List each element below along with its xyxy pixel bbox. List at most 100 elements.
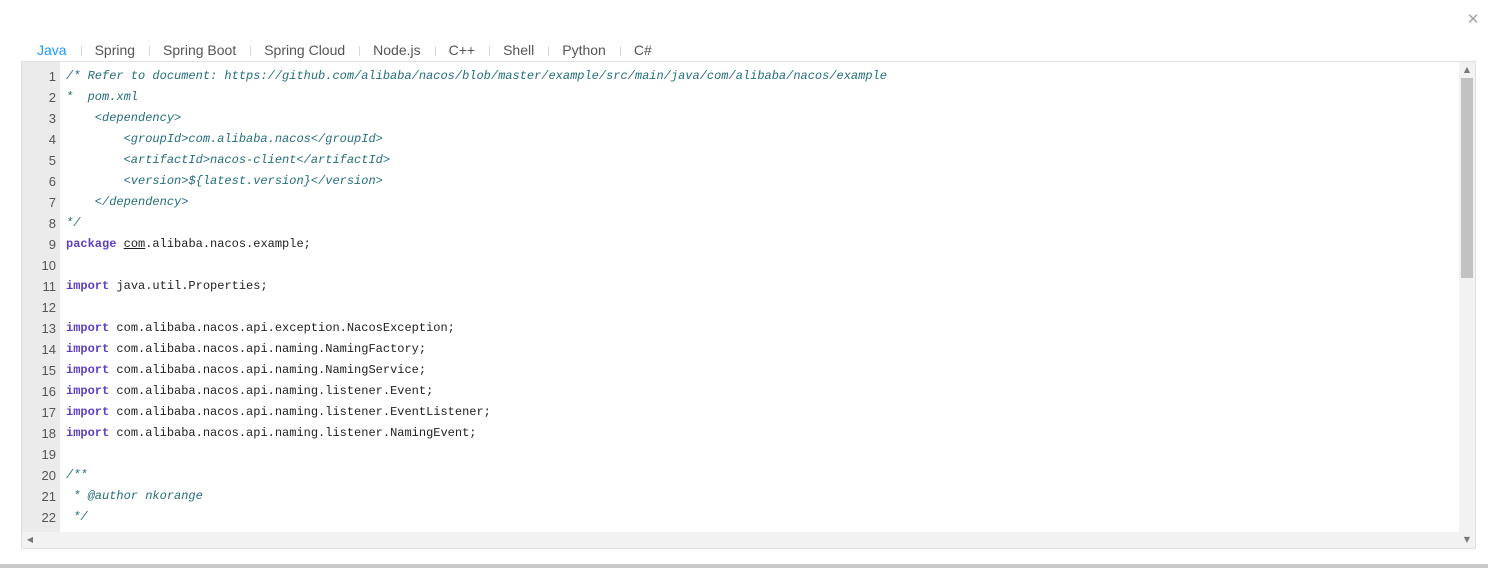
tab-spring[interactable]: Spring: [80, 42, 149, 58]
line-text: <version>${latest.version}</version>: [56, 171, 383, 192]
line-number: 3: [48, 111, 56, 126]
scroll-up-icon[interactable]: ▲: [1459, 62, 1475, 78]
code-line: 6 <version>${latest.version}</version>: [22, 171, 1459, 192]
tab-java[interactable]: Java: [22, 42, 81, 58]
line-number: 22: [41, 510, 56, 525]
line-number: 15: [41, 363, 56, 378]
line-number: 1: [48, 69, 56, 84]
tab-node-js[interactable]: Node.js: [359, 42, 434, 58]
code-token: com.alibaba.nacos.api.naming.NamingServi…: [109, 363, 427, 377]
code-token: import: [66, 426, 110, 440]
code-line: 10: [22, 255, 1459, 276]
line-number: 13: [41, 321, 56, 336]
scroll-left-icon[interactable]: ◀: [22, 532, 38, 548]
close-icon[interactable]: ✕: [1464, 10, 1482, 28]
code-line: 14 import com.alibaba.nacos.api.naming.Na…: [22, 339, 1459, 360]
line-number: 9: [48, 237, 56, 252]
tab-spring-cloud[interactable]: Spring Cloud: [250, 42, 359, 58]
code-line: 7 </dependency>: [22, 192, 1459, 213]
code-line: 21 * @author nkorange: [22, 486, 1459, 507]
line-number: 18: [41, 426, 56, 441]
line-text: /* Refer to document: https://github.com…: [56, 66, 887, 87]
line-text: package com.alibaba.nacos.example;: [56, 234, 311, 255]
tab-cpp[interactable]: C++: [434, 42, 489, 58]
code-line: 9 package com.alibaba.nacos.example;: [22, 234, 1459, 255]
dialog-bottom-border: [0, 564, 1488, 568]
line-text: <artifactId>nacos-client</artifactId>: [56, 150, 390, 171]
code-token: * @author nkorange: [66, 489, 203, 503]
vertical-scrollbar[interactable]: ▲: [1459, 62, 1475, 534]
line-text: </dependency>: [56, 192, 189, 213]
line-text: */: [56, 507, 88, 528]
code-token: </dependency>: [66, 195, 189, 209]
code-line: 20 /**: [22, 465, 1459, 486]
tab-csharp[interactable]: C#: [619, 42, 666, 58]
line-number: 20: [41, 468, 56, 483]
code-line: 4 <groupId>com.alibaba.nacos</groupId>: [22, 129, 1459, 150]
code-line: 11 import java.util.Properties;: [22, 276, 1459, 297]
code-token: java.util.Properties;: [109, 279, 268, 293]
code-editor[interactable]: 1 /* Refer to document: https://github.co…: [21, 61, 1476, 549]
tab-python[interactable]: Python: [548, 42, 620, 58]
code-token: import: [66, 321, 110, 335]
code-token: <version>${latest.version}</version>: [66, 174, 383, 188]
line-text: [56, 255, 66, 276]
code-line: 3 <dependency>: [22, 108, 1459, 129]
line-text: import com.alibaba.nacos.api.naming.list…: [56, 402, 491, 423]
line-text: <dependency>: [56, 108, 181, 129]
code-token: /* Refer to document: https://github.com…: [66, 69, 887, 83]
code-line: 18 import com.alibaba.nacos.api.naming.li…: [22, 423, 1459, 444]
horizontal-scrollbar[interactable]: ◀ ▼: [22, 532, 1475, 548]
code-token: com: [123, 237, 146, 251]
code-line: 2 * pom.xml: [22, 87, 1459, 108]
line-text: <groupId>com.alibaba.nacos</groupId>: [56, 129, 383, 150]
code-token: com.alibaba.nacos.api.naming.NamingFacto…: [109, 342, 427, 356]
line-text: import java.util.Properties;: [56, 276, 268, 297]
line-number: 21: [41, 489, 56, 504]
line-number: 7: [48, 195, 56, 210]
code-line: 5 <artifactId>nacos-client</artifactId>: [22, 150, 1459, 171]
code-token: * pom.xml: [66, 90, 139, 104]
code-line: 19: [22, 444, 1459, 465]
line-number: 4: [48, 132, 56, 147]
code-line: 16 import com.alibaba.nacos.api.naming.li…: [22, 381, 1459, 402]
vertical-scroll-thumb[interactable]: [1461, 78, 1473, 278]
line-text: */: [56, 213, 80, 234]
code-token: import: [66, 405, 110, 419]
scroll-down-icon[interactable]: ▼: [1459, 532, 1475, 548]
line-text: import com.alibaba.nacos.api.exception.N…: [56, 318, 455, 339]
line-number: 12: [41, 300, 56, 315]
line-text: [56, 444, 66, 465]
code-token: */: [66, 510, 88, 524]
language-tabs: Java Spring Spring Boot Spring Cloud Node.js…: [22, 38, 666, 62]
line-number: 17: [41, 405, 56, 420]
code-line: 15 import com.alibaba.nacos.api.naming.Na…: [22, 360, 1459, 381]
line-number: 2: [48, 90, 56, 105]
code-token: .alibaba.nacos.example;: [145, 237, 311, 251]
code-token: import: [66, 342, 110, 356]
code-line: 1 /* Refer to document: https://github.co…: [22, 66, 1459, 87]
line-text: * pom.xml: [56, 87, 138, 108]
code-token: import: [66, 384, 110, 398]
tab-shell[interactable]: Shell: [489, 42, 548, 58]
line-number: 14: [41, 342, 56, 357]
code-line: 17 import com.alibaba.nacos.api.naming.li…: [22, 402, 1459, 423]
code-line: 22 */: [22, 507, 1459, 528]
code-token: <artifactId>nacos-client</artifactId>: [66, 153, 391, 167]
code-token: package: [66, 237, 117, 251]
tab-spring-boot[interactable]: Spring Boot: [149, 42, 250, 58]
code-token: com.alibaba.nacos.api.naming.listener.Ev…: [109, 405, 491, 419]
code-token: <groupId>com.alibaba.nacos</groupId>: [66, 132, 383, 146]
line-text: * @author nkorange: [56, 486, 203, 507]
line-number: 8: [48, 216, 56, 231]
code-token: com.alibaba.nacos.api.exception.NacosExc…: [109, 321, 455, 335]
line-number: 19: [41, 447, 56, 462]
code-token: <dependency>: [66, 111, 182, 125]
code-token: com.alibaba.nacos.api.naming.listener.Na…: [109, 426, 477, 440]
line-text: import com.alibaba.nacos.api.naming.Nami…: [56, 360, 426, 381]
line-number: 11: [42, 279, 57, 294]
code-line: 12: [22, 297, 1459, 318]
line-number: 5: [48, 153, 56, 168]
line-text: import com.alibaba.nacos.api.naming.list…: [56, 423, 476, 444]
line-number: 6: [48, 174, 56, 189]
